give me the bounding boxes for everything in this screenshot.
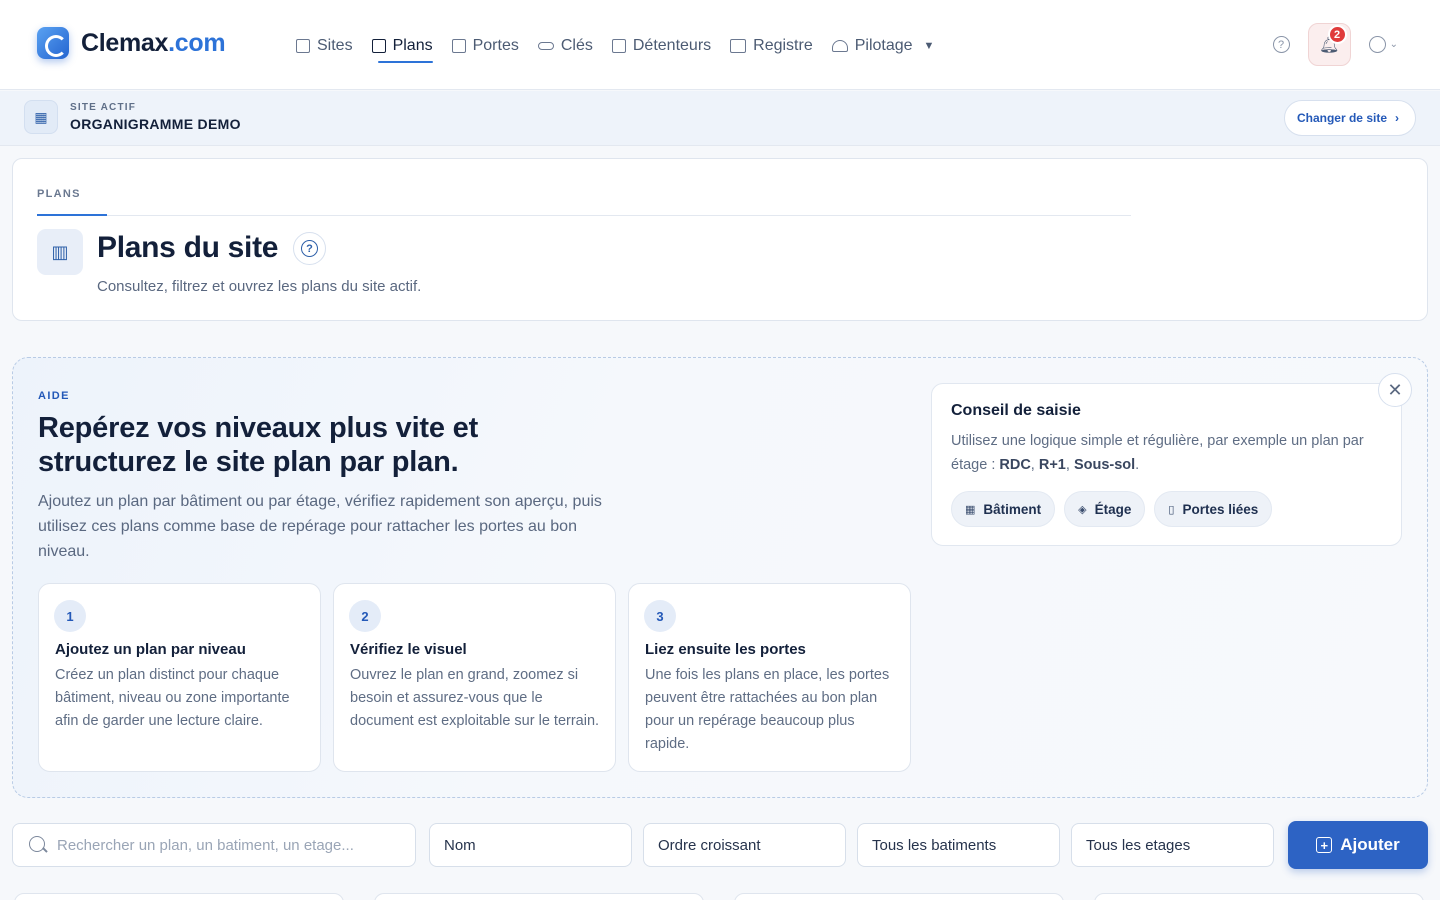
plan-card[interactable]	[374, 893, 704, 900]
nav-item-registre[interactable]: Registre	[730, 32, 813, 60]
change-site-button[interactable]: Changer de site ›	[1283, 100, 1416, 136]
user-menu[interactable]: ⌄	[1368, 36, 1398, 53]
user-icon	[1368, 36, 1386, 53]
help-title: Repérez vos niveaux plus vite et structu…	[38, 412, 479, 478]
help-description: Ajoutez un plan par bâtiment ou par étag…	[38, 493, 602, 560]
tip-card: Conseil de saisie Utilisez une logique s…	[931, 383, 1402, 546]
help-panel: AIDE Repérez vos niveaux plus vite et st…	[12, 357, 1428, 798]
plan-card[interactable]	[14, 893, 344, 900]
chevron-right-icon: ›	[1395, 111, 1399, 125]
logo-icon	[37, 27, 69, 59]
nav-item-detenteurs[interactable]: Détenteurs	[611, 32, 711, 60]
chevron-down-icon: ▼	[923, 40, 935, 52]
help-step-card: 1 Ajoutez un plan par niveau Créez un pl…	[38, 583, 321, 772]
building-icon	[296, 39, 310, 53]
nav-item-portes[interactable]: Portes	[451, 32, 519, 60]
chip-etage: ◈ Étage	[1064, 491, 1146, 527]
help-icon: ?	[301, 240, 318, 257]
sort-field-select[interactable]: Nom	[429, 823, 632, 867]
chip-portes-liees: ▯ Portes liées	[1154, 491, 1273, 527]
door-icon	[451, 39, 466, 53]
add-plan-button[interactable]: + Ajouter	[1288, 821, 1428, 869]
site-building-icon: ▦	[24, 100, 58, 134]
chip-batiment: ▦ Bâtiment	[951, 491, 1056, 527]
nav-item-plans[interactable]: Plans	[371, 32, 433, 63]
page-header-card: PLANS ▥ Plans du site ? Consultez, filtr…	[12, 158, 1428, 321]
site-name: ORGANIGRAMME DEMO	[70, 116, 241, 132]
layers-icon: ◈	[1078, 503, 1087, 516]
page-subtitle: Consultez, filtrez et ouvrez les plans d…	[97, 278, 422, 295]
close-icon: ✕	[1387, 379, 1403, 400]
page-title: Plans du site	[97, 231, 279, 264]
sort-order-select[interactable]: Ordre croissant	[643, 823, 846, 867]
help-kicker: AIDE	[38, 390, 70, 402]
map-icon: ▥	[37, 229, 83, 275]
notification-count-badge: 2	[1327, 25, 1347, 44]
badge-icon	[611, 39, 626, 53]
page-help-button[interactable]: ?	[293, 232, 326, 265]
step-text: Ouvrez le plan en grand, zoomez si besoi…	[350, 667, 600, 729]
plan-card[interactable]	[1094, 893, 1424, 900]
close-help-button[interactable]: ✕	[1378, 373, 1412, 407]
floor-filter-select[interactable]: Tous les etages	[1071, 823, 1274, 867]
step-number: 2	[349, 600, 381, 632]
plan-card[interactable]	[734, 893, 1064, 900]
building-filter-select[interactable]: Tous les batiments	[857, 823, 1060, 867]
nav-item-pilotage[interactable]: Pilotage ▼	[831, 32, 935, 60]
tip-title: Conseil de saisie	[951, 402, 1081, 419]
main-nav: Sites Plans Portes Clés Détenteurs Regis…	[296, 32, 953, 63]
nav-item-sites[interactable]: Sites	[296, 32, 353, 60]
step-number: 3	[644, 600, 676, 632]
map-icon	[371, 39, 386, 53]
brand-name: Clemax.com	[81, 28, 226, 57]
search-icon	[29, 836, 45, 852]
step-title: Ajoutez un plan par niveau	[55, 641, 246, 658]
step-title: Liez ensuite les portes	[645, 641, 806, 658]
notifications-button[interactable]: 🔔︎ 2	[1307, 23, 1351, 66]
breadcrumb-divider	[37, 214, 1131, 216]
step-text: Une fois les plans en place, les portes …	[645, 667, 890, 752]
search-input[interactable]: Rechercher un plan, un batiment, un etag…	[12, 823, 416, 867]
brand-logo[interactable]: Clemax.com	[37, 27, 226, 59]
active-site-bar: ▦ SITE ACTIF ORGANIGRAMME DEMO Changer d…	[0, 91, 1440, 146]
plus-icon: +	[1316, 837, 1333, 853]
site-kicker: SITE ACTIF	[70, 102, 137, 113]
step-title: Vérifiez le visuel	[350, 641, 467, 658]
breadcrumb[interactable]: PLANS	[37, 188, 81, 200]
nav-item-cles[interactable]: Clés	[537, 32, 593, 60]
tip-text: Utilisez une logique simple et régulière…	[951, 433, 1364, 473]
book-icon	[730, 39, 747, 53]
step-number: 1	[54, 600, 86, 632]
door-icon: ▯	[1168, 503, 1175, 516]
chevron-down-icon: ⌄	[1389, 39, 1398, 50]
help-step-card: 2 Vérifiez le visuel Ouvrez le plan en g…	[333, 583, 616, 772]
help-icon[interactable]: ?	[1272, 36, 1290, 53]
step-text: Créez un plan distinct pour chaque bâtim…	[55, 667, 290, 729]
key-icon	[537, 42, 554, 50]
building-icon: ▦	[965, 503, 976, 516]
help-step-card: 3 Liez ensuite les portes Une fois les p…	[628, 583, 911, 772]
gauge-icon	[831, 40, 848, 52]
top-navbar: Clemax.com Sites Plans Portes Clés Déten…	[0, 0, 1440, 90]
